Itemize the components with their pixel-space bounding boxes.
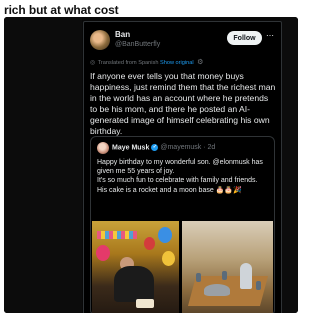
birthday-banner xyxy=(97,231,137,239)
gear-icon[interactable]: ⚙ xyxy=(197,58,203,66)
dark-margin-right xyxy=(280,17,298,313)
follow-button[interactable]: Follow xyxy=(227,31,262,45)
figurine xyxy=(222,271,227,280)
more-options-icon[interactable]: ⋯ xyxy=(266,31,274,40)
tweet-card[interactable]: Ban @BanButterfly Follow ⋯ ◎ Translated … xyxy=(83,21,282,313)
quoted-tweet[interactable]: Maye Musk ✓ @mayemusk · 2d Happy birthday … xyxy=(90,136,275,313)
balloon xyxy=(144,237,155,250)
moon-base-cake xyxy=(204,284,230,296)
embedded-screenshot: Ban @BanButterfly Follow ⋯ ◎ Translated … xyxy=(4,17,298,313)
quote-body: Happy birthday to my wonderful son. @elo… xyxy=(97,159,263,194)
translation-bar: ◎ Translated from Spanish Show original … xyxy=(90,58,203,66)
translated-label: Translated from Spanish xyxy=(97,60,159,66)
quote-author-name[interactable]: Maye Musk xyxy=(112,144,149,151)
rocket-cake xyxy=(240,263,252,289)
balloon xyxy=(158,227,172,243)
birthday-cake xyxy=(136,299,154,308)
author-handle[interactable]: @BanButterfly xyxy=(115,41,160,48)
quote-header: Maye Musk ✓ @mayemusk · 2d xyxy=(112,144,215,151)
rocket-cake-photo[interactable] xyxy=(182,221,273,313)
birthday-party-photo[interactable] xyxy=(92,221,179,313)
person xyxy=(114,266,154,302)
author-avatar[interactable] xyxy=(90,30,110,50)
verified-badge-icon: ✓ xyxy=(151,144,159,151)
figurine xyxy=(196,273,201,282)
show-original-link[interactable]: Show original xyxy=(160,60,194,66)
globe-icon: ◎ xyxy=(90,60,96,66)
balloon xyxy=(162,251,175,266)
figurine xyxy=(256,281,261,290)
quote-author-avatar[interactable] xyxy=(97,142,109,154)
dark-margin-left xyxy=(4,17,82,313)
quote-handle-time[interactable]: @mayemusk · 2d xyxy=(160,144,215,151)
tweet-body: If anyone ever tells you that money buys… xyxy=(90,71,276,136)
post-title: rich but at what cost xyxy=(4,3,119,17)
balloon xyxy=(96,245,110,261)
author-name[interactable]: Ban xyxy=(115,30,130,39)
